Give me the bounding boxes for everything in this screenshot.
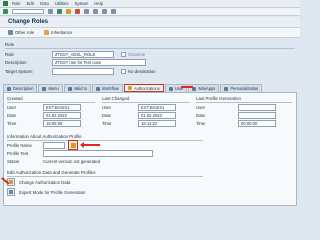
enter-icon[interactable] <box>3 9 8 14</box>
save-icon[interactable] <box>48 9 53 14</box>
changed-user-field: EXT.BASIS1 <box>138 104 176 111</box>
menu-goto[interactable]: Goto <box>40 1 49 6</box>
help-icon[interactable] <box>111 9 116 14</box>
exit-icon[interactable] <box>66 9 71 14</box>
divider <box>196 102 292 103</box>
highlight-arrow <box>82 144 100 146</box>
created-time-field: 16:05:08 <box>43 120 81 127</box>
menu-bar: Role Edit Goto Utilities System Help <box>0 0 300 8</box>
profile-name-field[interactable] <box>43 142 65 149</box>
tab-strip: Description Menu Valid to Workflow Autho… <box>0 83 300 92</box>
changed-date-label: Date <box>102 113 112 118</box>
last-profile-generation-header: Last Profile Generation <box>196 96 241 101</box>
divider <box>7 102 95 103</box>
description-tab-icon <box>7 86 11 91</box>
role-field[interactable]: ZTEST_ADSL_ROLE <box>52 51 114 58</box>
back-icon[interactable] <box>57 9 62 14</box>
divider <box>7 140 203 141</box>
propose-name-icon <box>71 143 76 148</box>
profile-name-label: Profile Name <box>7 143 32 148</box>
tab-valid-to[interactable]: Valid to <box>63 84 92 92</box>
changed-date-field: 01.02.2022 <box>138 112 176 119</box>
tab-highlight-arrow <box>181 86 193 88</box>
changed-user-label: User <box>102 105 112 110</box>
application-toolbar: Other role Inheritance <box>0 28 300 38</box>
workflow-tab-icon <box>96 86 101 91</box>
tab-workflow[interactable]: Workflow <box>92 84 123 92</box>
generation-time-field: 00:00:00 <box>238 120 276 127</box>
menu-edit[interactable]: Edit <box>27 1 34 6</box>
find-icon[interactable] <box>93 9 98 14</box>
page-title: Change Roles <box>8 19 49 25</box>
arrow-head-icon <box>80 142 84 148</box>
role-section-header: Role <box>5 42 15 47</box>
menu-role[interactable]: Role <box>12 1 21 6</box>
generation-time-label: Time <box>196 121 206 126</box>
obsolete-checkbox[interactable] <box>121 52 126 57</box>
menu-utilities[interactable]: Utilities <box>55 1 69 6</box>
authorizations-tab-icon <box>127 86 132 90</box>
command-field[interactable] <box>12 9 44 14</box>
tab-authorizations[interactable]: Authorizations <box>123 84 164 92</box>
menu-tab-icon <box>42 86 47 91</box>
divider <box>102 102 190 103</box>
propose-profile-name-button[interactable] <box>68 140 78 150</box>
created-user-field: EXT.BASIS1 <box>43 104 81 111</box>
menu-help[interactable]: Help <box>94 1 103 6</box>
divider <box>5 48 295 49</box>
no-destination-checkbox[interactable] <box>121 69 126 74</box>
cancel-icon[interactable] <box>75 9 80 14</box>
print-icon[interactable] <box>84 9 89 14</box>
inheritance-icon <box>44 30 50 35</box>
title-bar: Change Roles <box>0 17 300 28</box>
generation-date-label: Date <box>196 113 206 118</box>
status-value: Current version not generated <box>43 159 101 164</box>
created-header: Created <box>7 96 23 101</box>
obsolete-label: Obsolete <box>128 52 146 57</box>
created-date-label: Date <box>7 113 17 118</box>
target-system-field[interactable] <box>52 68 114 75</box>
inheritance-button[interactable]: Inheritance <box>44 30 72 35</box>
created-user-label: User <box>7 105 17 110</box>
tab-menu[interactable]: Menu <box>38 84 63 92</box>
auth-profile-header: Information About Authorization Profile <box>7 134 82 139</box>
new-session-icon[interactable] <box>102 9 107 14</box>
target-system-label: Target System <box>5 69 33 74</box>
description-label: Description <box>5 60 27 65</box>
change-authorization-icon <box>9 180 13 184</box>
changed-time-field: 16:14:22 <box>138 120 176 127</box>
sap-logo-icon <box>3 1 8 6</box>
profile-text-field[interactable] <box>43 150 153 157</box>
edit-section-header: Edit Authorization Data and Generate Pro… <box>7 170 96 175</box>
generation-user-field <box>238 104 276 111</box>
tab-personalization[interactable]: Personalization <box>220 84 263 92</box>
tab-description[interactable]: Description <box>3 84 38 92</box>
profile-text-label: Profile Text <box>7 151 29 156</box>
personalization-tab-icon <box>224 86 229 91</box>
generation-date-field <box>238 112 276 119</box>
other-role-button[interactable]: Other role <box>8 30 34 35</box>
created-time-label: Time <box>7 121 17 126</box>
no-destination-label: No destination <box>128 69 156 74</box>
status-label: Status <box>7 159 20 164</box>
valid-to-tab-icon <box>67 86 72 91</box>
role-label: Role <box>5 52 14 57</box>
expert-mode-button[interactable] <box>7 188 15 196</box>
last-changed-header: Last Changed <box>102 96 130 101</box>
change-authorization-label: Change Authorization Data <box>19 180 71 185</box>
divider <box>7 176 203 177</box>
changed-time-label: Time <box>102 121 112 126</box>
created-date-field: 01.02.2022 <box>43 112 81 119</box>
miniapps-tab-icon <box>192 86 197 91</box>
user-tab-icon <box>168 86 173 91</box>
description-field[interactable]: ZTEST role for Test case <box>52 59 146 66</box>
generation-user-label: User <box>196 105 206 110</box>
menu-system[interactable]: System <box>74 1 88 6</box>
other-role-icon <box>8 30 13 35</box>
expert-mode-icon <box>9 190 13 194</box>
expert-mode-label: Expert Mode for Profile Generation <box>19 190 86 195</box>
tab-miniapps[interactable]: MiniApps <box>188 84 220 92</box>
standard-toolbar <box>0 8 300 16</box>
